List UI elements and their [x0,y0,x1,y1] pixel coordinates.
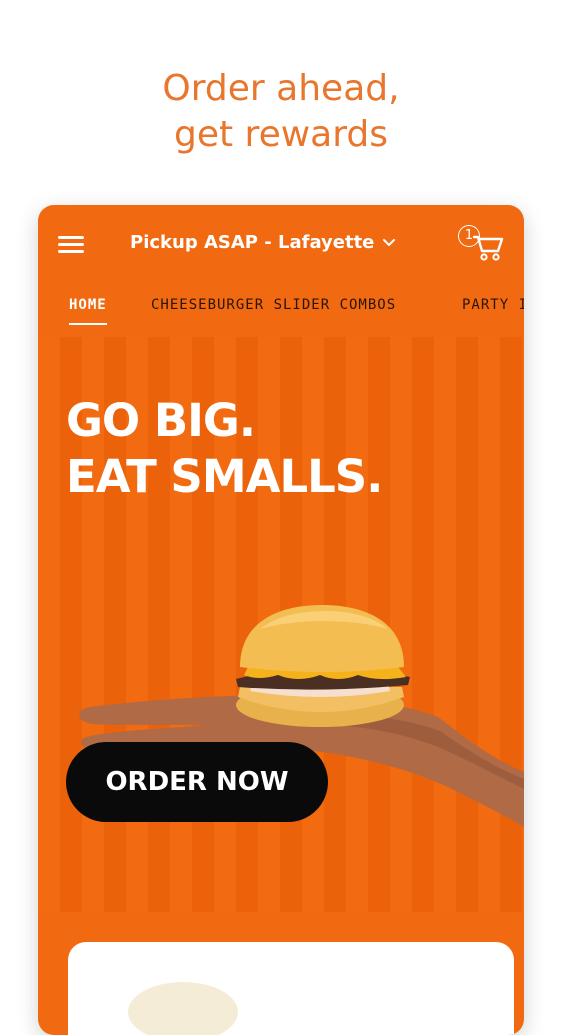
tab-cheeseburger-slider-combos[interactable]: CHEESEBURGER SLIDER COMBOS [151,297,396,323]
tagline-line-1: Order ahead, [162,68,400,109]
hero-headline: GO BIG. EAT SMALLS. [66,393,383,505]
promo-card[interactable] [68,942,514,1035]
tab-party[interactable]: PARTY I [462,297,524,323]
card-food-image [128,982,238,1035]
menu-icon[interactable] [58,234,86,256]
order-now-button[interactable]: ORDER NOW [66,742,328,822]
tagline-line-2: get rewards [174,114,388,155]
top-bar: Pickup ASAP - Lafayette 1 [38,205,524,285]
chevron-down-icon [383,238,396,246]
location-selector[interactable]: Pickup ASAP - Lafayette [130,232,396,253]
cart-button[interactable]: 1 [456,223,506,263]
app-tagline: Order ahead, get rewards [0,66,562,158]
headline-line-2: EAT SMALLS. [66,450,383,503]
category-tabs: HOME CHEESEBURGER SLIDER COMBOS PARTY I [38,285,524,337]
tab-home[interactable]: HOME [69,297,107,325]
cart-count-badge: 1 [458,225,480,247]
app-screen: Pickup ASAP - Lafayette 1 HOME CHEESEBUR… [38,205,524,1035]
location-label: Pickup ASAP - Lafayette [130,232,375,253]
headline-line-1: GO BIG. [66,394,256,447]
hero-banner: GO BIG. EAT SMALLS. ORDER NOW [38,337,524,912]
